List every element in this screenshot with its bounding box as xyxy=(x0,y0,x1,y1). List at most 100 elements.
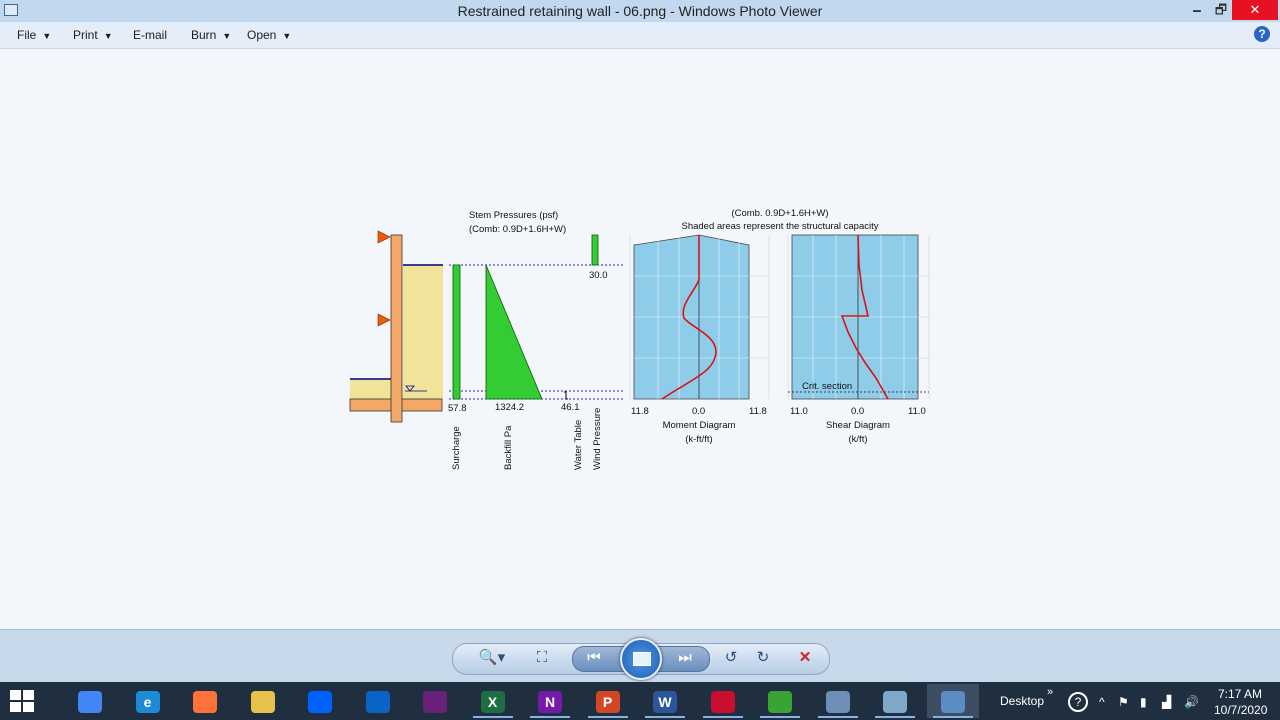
taskbar-app-visual-studio[interactable] xyxy=(409,684,461,718)
clock-time[interactable]: 7:17 AM xyxy=(1218,687,1262,701)
taskbar-app-edge[interactable]: e xyxy=(122,684,174,718)
front-soil xyxy=(350,379,391,399)
window-title: Restrained retaining wall - 06.png - Win… xyxy=(457,3,823,19)
show-hidden-icons[interactable]: ^ xyxy=(1099,695,1105,709)
surcharge-label: Surcharge xyxy=(451,426,462,470)
running-indicator xyxy=(645,716,685,718)
visual-studio-icon xyxy=(423,691,447,713)
battery-icon[interactable]: ▮ xyxy=(1140,695,1147,709)
menu-print-label: Print xyxy=(73,28,98,42)
menu-email-label: E-mail xyxy=(133,28,168,42)
shear-left-tick: 11.0 xyxy=(790,406,808,417)
running-indicator xyxy=(702,716,743,718)
taskbar-app-notepad[interactable] xyxy=(869,684,921,718)
chevron-down-icon: ▼ xyxy=(282,31,292,41)
moment-left-tick: 11.8 xyxy=(631,406,649,417)
taskbar-app-tools[interactable] xyxy=(812,684,864,718)
water-table-value: 46.1 xyxy=(561,402,580,413)
running-indicator xyxy=(817,716,858,718)
menu-burn-label: Burn xyxy=(191,28,217,42)
image-viewport: Stem Pressures (psf) (Comb: 0.9D+1.6H+W)… xyxy=(0,49,1280,629)
next-button[interactable]: ⏭ xyxy=(674,648,696,668)
viewer-control-bar: 🔍▾ ⛶ ⏮ ⏭ ↺ ↻ ✕ xyxy=(0,629,1280,683)
slideshow-button[interactable] xyxy=(620,638,662,680)
shear-diagram-unit: (k/ft) xyxy=(849,434,868,445)
start-button[interactable] xyxy=(10,690,34,712)
taskbar-app-green-arrow[interactable] xyxy=(754,684,806,718)
menu-file[interactable]: File ▼ xyxy=(17,28,51,42)
taskbar-app-firefox[interactable] xyxy=(179,684,231,718)
shear-right-tick: 11.0 xyxy=(908,406,926,417)
title-bar: Restrained retaining wall - 06.png - Win… xyxy=(0,0,1280,22)
desktop-toolbar[interactable]: Desktop xyxy=(1000,694,1044,708)
windows-logo-icon xyxy=(10,690,21,700)
taskbar-app-app-icon-red[interactable] xyxy=(697,684,749,718)
network-icon[interactable]: ▟ xyxy=(1162,695,1171,709)
delete-button[interactable]: ✕ xyxy=(794,648,816,668)
green-arrow-icon xyxy=(768,691,792,713)
water-table-label: Water Table xyxy=(573,420,584,470)
menu-email[interactable]: E-mail xyxy=(133,28,167,42)
capacity-note: Shaded areas represent the structural ca… xyxy=(682,221,879,232)
menu-open-label: Open xyxy=(247,28,277,42)
diagram-combination: (Comb. 0.9D+1.6H+W) xyxy=(731,208,828,219)
water-table-pressure xyxy=(564,391,568,400)
surcharge-pressure-bar xyxy=(452,264,461,400)
top-restraint-marker xyxy=(377,230,391,244)
close-button[interactable]: ✕ xyxy=(1232,0,1278,20)
stem-pressures-title: Stem Pressures (psf) xyxy=(469,210,558,221)
chevron-down-icon: ▼ xyxy=(42,31,52,41)
previous-button[interactable]: ⏮ xyxy=(583,648,605,668)
menu-file-label: File xyxy=(17,28,37,42)
dropbox-icon xyxy=(308,691,332,713)
menu-burn[interactable]: Burn ▼ xyxy=(191,28,231,42)
taskbar-app-word[interactable]: W xyxy=(639,684,691,718)
taskbar-app-photo-viewer[interactable] xyxy=(926,684,979,718)
excel-icon: X xyxy=(480,691,505,713)
actual-size-button[interactable]: ⛶ xyxy=(532,648,552,668)
menu-open[interactable]: Open ▼ xyxy=(247,28,291,42)
running-indicator xyxy=(932,716,973,718)
powerpoint-icon: P xyxy=(595,691,620,713)
taskbar-app-onenote[interactable]: N xyxy=(524,684,576,718)
critical-section-label: Crit. section xyxy=(802,381,852,392)
help-icon[interactable]: ? xyxy=(1254,26,1270,42)
taskbar-app-chrome[interactable] xyxy=(64,684,116,718)
flag-icon[interactable]: ⚑ xyxy=(1118,695,1129,709)
moment-right-tick: 11.8 xyxy=(749,406,767,417)
taskbar-app-dropbox[interactable] xyxy=(294,684,346,718)
chevron-down-icon: ▼ xyxy=(222,31,232,41)
stem-wall xyxy=(390,234,403,423)
rotate-counterclockwise-button[interactable]: ↺ xyxy=(720,648,742,668)
chrome-icon xyxy=(78,691,102,713)
taskbar-app-excel[interactable]: X xyxy=(467,684,519,718)
running-indicator xyxy=(875,716,915,718)
retaining-wall-figure: Stem Pressures (psf) (Comb: 0.9D+1.6H+W)… xyxy=(349,208,930,470)
running-indicator xyxy=(530,716,570,718)
backfill-label: Backfill Pa xyxy=(503,425,514,470)
edge-icon: e xyxy=(135,691,160,713)
clock-date[interactable]: 10/7/2020 xyxy=(1214,703,1267,717)
taskbar-app-powerpoint[interactable]: P xyxy=(582,684,634,718)
volume-icon[interactable]: 🔊 xyxy=(1184,695,1199,709)
help-tray-icon[interactable]: ? xyxy=(1068,692,1088,712)
zoom-button[interactable]: 🔍▾ xyxy=(476,648,508,668)
notepad-icon xyxy=(883,691,907,713)
wind-pressure-value: 30.0 xyxy=(589,270,608,281)
slideshow-icon xyxy=(633,652,651,666)
moment-diagram-title: Moment Diagram xyxy=(663,420,736,431)
running-indicator xyxy=(760,716,800,718)
retained-soil xyxy=(403,265,443,399)
app-icon-red xyxy=(710,691,735,713)
backfill-pressure-triangle xyxy=(485,264,543,400)
moment-diagram-unit: (k-ft/ft) xyxy=(685,434,712,445)
taskbar-app-file-explorer[interactable] xyxy=(237,684,289,718)
toolbar-chevron-icon[interactable]: » xyxy=(1047,686,1053,698)
menu-print[interactable]: Print ▼ xyxy=(73,28,113,42)
rotate-clockwise-button[interactable]: ↻ xyxy=(752,648,774,668)
shear-center-tick: 0.0 xyxy=(851,406,864,417)
taskbar: e X N P W Desktop » ? ^ ⚑ ▮ ▟ 🔊 7:17 AM 10/7… xyxy=(0,682,1280,720)
shear-diagram-title: Shear Diagram xyxy=(826,420,890,431)
wind-pressure-label: Wind Pressure xyxy=(592,408,603,470)
taskbar-app-onedrive[interactable] xyxy=(352,684,404,718)
